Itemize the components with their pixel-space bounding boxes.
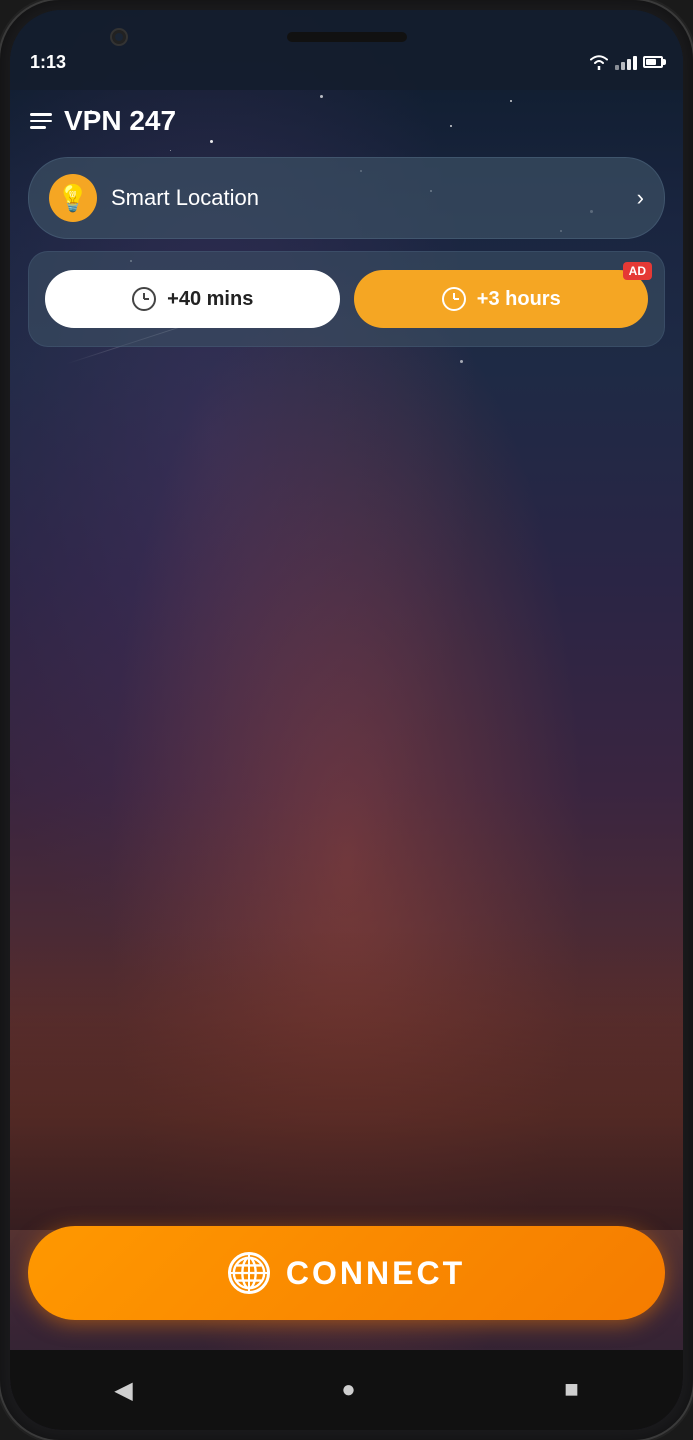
clock-icon-1: [131, 286, 157, 312]
signal-icon: [615, 54, 637, 70]
back-button[interactable]: ◀: [114, 1376, 132, 1405]
globe-svg: [231, 1254, 267, 1292]
wifi-icon: [589, 54, 609, 70]
earpiece: [287, 32, 407, 42]
timer-40min-label: +40 mins: [167, 288, 253, 311]
clock-icon-2: [441, 286, 467, 312]
location-icon: 💡: [49, 174, 97, 222]
timer-3hours-label: +3 hours: [477, 288, 561, 311]
bulb-icon: 💡: [57, 183, 89, 214]
menu-button[interactable]: [30, 113, 52, 129]
timer-3hours-button[interactable]: AD +3 hours: [354, 270, 649, 328]
main-content: VPN 247 💡 Smart Location ›: [10, 90, 683, 1350]
status-time: 1:13: [30, 52, 66, 73]
location-selector[interactable]: 💡 Smart Location ›: [28, 157, 665, 239]
app-header: VPN 247: [10, 90, 683, 147]
location-left: 💡 Smart Location: [49, 174, 259, 222]
phone-screen: 1:13: [10, 10, 683, 1430]
recent-button[interactable]: ■: [564, 1376, 579, 1404]
status-bar-container: 1:13: [10, 10, 683, 90]
globe-icon: [228, 1252, 270, 1294]
location-label: Smart Location: [111, 185, 259, 211]
home-button[interactable]: ●: [341, 1376, 356, 1404]
status-bar: 1:13: [10, 42, 683, 82]
app-title: VPN 247: [64, 105, 176, 137]
phone-frame: 1:13: [0, 0, 693, 1440]
timer-section: +40 mins AD +3 hours: [28, 251, 665, 347]
bottom-nav: ◀ ● ■: [10, 1350, 683, 1430]
ad-badge: AD: [623, 262, 652, 280]
connect-label: CONNECT: [286, 1255, 465, 1292]
camera: [110, 28, 128, 46]
timer-40min-button[interactable]: +40 mins: [45, 270, 340, 328]
status-icons: [589, 54, 663, 70]
connect-button[interactable]: CONNECT: [28, 1226, 665, 1320]
battery-icon: [643, 56, 663, 68]
chevron-right-icon: ›: [637, 185, 644, 211]
